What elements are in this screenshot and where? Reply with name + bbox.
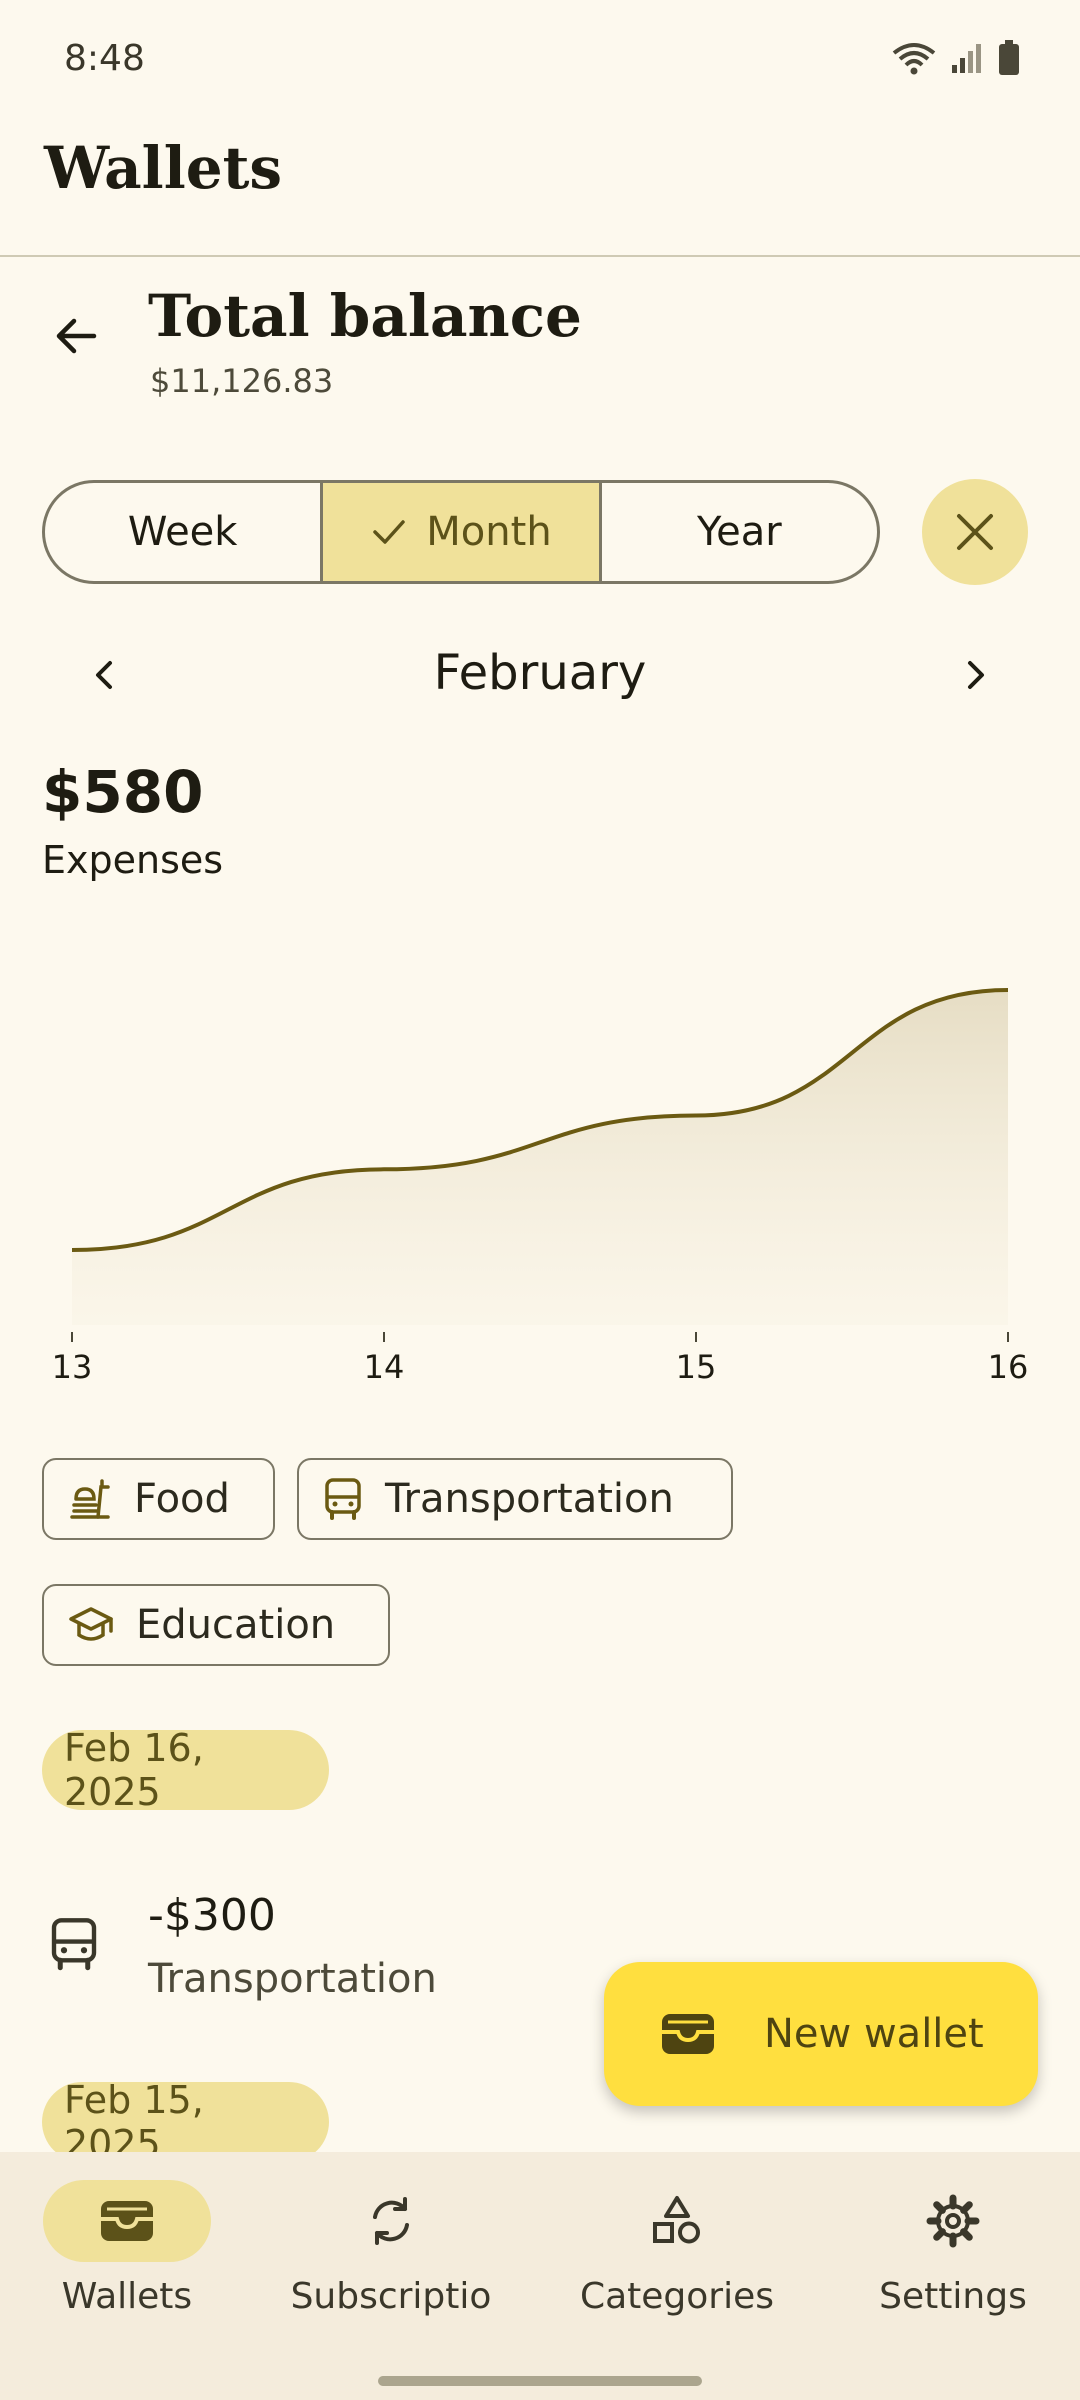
- period-year-button[interactable]: Year: [602, 483, 877, 581]
- wallet-icon: [101, 2201, 153, 2241]
- period-week-label: Week: [127, 509, 238, 555]
- gear-icon: [926, 2194, 980, 2248]
- check-icon: [373, 520, 406, 544]
- app-title: Wallets: [44, 134, 283, 202]
- new-wallet-button[interactable]: New wallet: [604, 1962, 1038, 2106]
- chevron-right-icon: [968, 661, 984, 689]
- chip-transportation-label: Transportation: [385, 1476, 674, 1522]
- next-month-button[interactable]: [940, 640, 1010, 710]
- status-icons: [892, 40, 1020, 76]
- nav-subscriptions-label: Subscriptio: [290, 2276, 492, 2317]
- education-icon: [69, 1607, 113, 1641]
- refresh-icon: [373, 2197, 409, 2245]
- nav-categories-label: Categories: [579, 2276, 775, 2317]
- arrow-back-icon: [56, 318, 97, 354]
- new-wallet-label: New wallet: [764, 2011, 984, 2057]
- page-title: Total balance: [148, 282, 582, 350]
- month-label: February: [433, 645, 647, 701]
- nav-wallets-label: Wallets: [61, 2276, 193, 2317]
- nav-settings[interactable]: Settings: [818, 2180, 1080, 2317]
- close-icon: [957, 514, 993, 550]
- period-month-label: Month: [426, 509, 552, 555]
- nav-subscriptions-indicator: [307, 2180, 475, 2262]
- nav-categories-indicator: [593, 2180, 761, 2262]
- nav-settings-label: Settings: [879, 2276, 1027, 2317]
- wifi-icon: [892, 43, 936, 75]
- period-year-label: Year: [696, 509, 782, 555]
- battery-icon: [999, 40, 1019, 75]
- chip-transportation[interactable]: Transportation: [297, 1458, 733, 1540]
- transaction-icon: [44, 1912, 104, 1976]
- shapes-icon: [653, 2196, 700, 2244]
- expenses-chart: 13 14 15 16: [52, 988, 1029, 1386]
- period-selector: Week Month Year: [42, 480, 880, 584]
- chip-education-label: Education: [136, 1602, 336, 1648]
- signal-icon: [952, 44, 981, 73]
- transaction-amount[interactable]: -$300: [148, 1890, 276, 1941]
- app-bar-divider: [0, 255, 1080, 257]
- balance-amount: $11,126.83: [150, 362, 334, 400]
- x-axis-tick-label: 14: [364, 1348, 405, 1386]
- date-header: Feb 15, 2025: [42, 2078, 329, 2166]
- home-indicator: [378, 2376, 702, 2386]
- expenses-label: Expenses: [42, 838, 224, 882]
- chip-food[interactable]: Food: [42, 1458, 275, 1540]
- bus-icon: [51, 1918, 97, 1971]
- period-month-button[interactable]: Month: [323, 483, 602, 581]
- x-axis-tick-label: 15: [676, 1348, 717, 1386]
- nav-settings-indicator: [869, 2180, 1037, 2262]
- expenses-total: $580: [42, 758, 204, 826]
- x-axis-tick-label: 16: [988, 1348, 1029, 1386]
- close-filter-button[interactable]: [922, 479, 1028, 585]
- chip-food-label: Food: [134, 1476, 230, 1522]
- food-icon: [70, 1479, 110, 1519]
- bottom-navigation: Wallets Subscriptio Categories Settings: [0, 2152, 1080, 2400]
- back-button[interactable]: [40, 300, 112, 372]
- bus-icon: [325, 1478, 361, 1520]
- nav-wallets-indicator: [43, 2180, 211, 2262]
- wallet-icon: [662, 2014, 714, 2054]
- nav-categories[interactable]: Categories: [542, 2180, 812, 2317]
- date-header: Feb 16, 2025: [42, 1726, 329, 1814]
- chip-education[interactable]: Education: [42, 1584, 390, 1666]
- nav-subscriptions[interactable]: Subscriptio: [256, 2180, 526, 2317]
- period-week-button[interactable]: Week: [45, 483, 324, 581]
- status-time: 8:48: [64, 38, 145, 79]
- x-axis-tick-label: 13: [52, 1348, 93, 1386]
- transaction-category: Transportation: [148, 1956, 437, 2002]
- nav-wallets[interactable]: Wallets: [0, 2180, 262, 2317]
